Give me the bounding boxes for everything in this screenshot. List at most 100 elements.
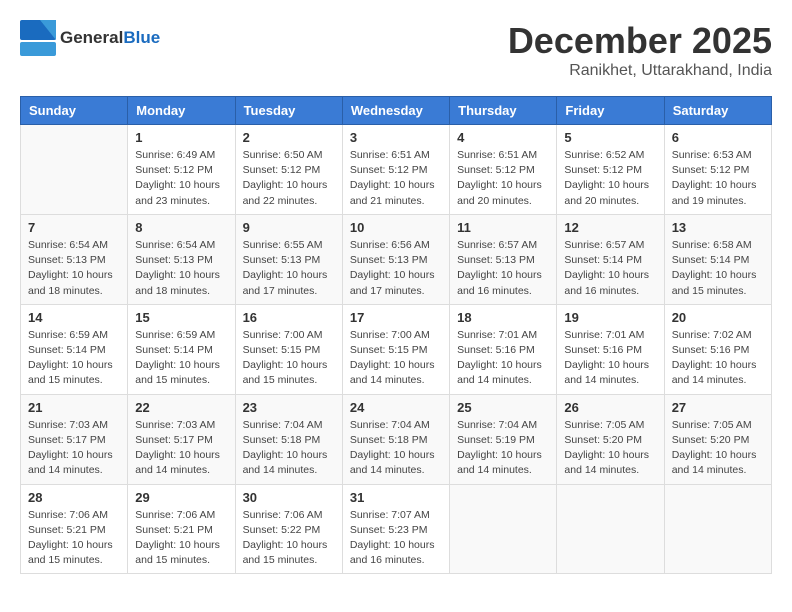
day-number: 3 bbox=[350, 130, 442, 145]
day-number: 14 bbox=[28, 310, 120, 325]
day-info: Sunrise: 7:07 AMSunset: 5:23 PMDaylight:… bbox=[350, 508, 442, 569]
weekday-header: Friday bbox=[557, 97, 664, 125]
day-info: Sunrise: 6:59 AMSunset: 5:14 PMDaylight:… bbox=[135, 328, 227, 389]
location-title: Ranikhet, Uttarakhand, India bbox=[508, 62, 772, 80]
day-info: Sunrise: 6:52 AMSunset: 5:12 PMDaylight:… bbox=[564, 148, 656, 209]
calendar-day-cell: 29Sunrise: 7:06 AMSunset: 5:21 PMDayligh… bbox=[128, 484, 235, 574]
day-number: 17 bbox=[350, 310, 442, 325]
weekday-header: Wednesday bbox=[342, 97, 449, 125]
calendar-day-cell: 24 Sunrise: 7:04 AMSunset: 5:18 PMDayligh… bbox=[342, 394, 449, 484]
day-info: Sunrise: 6:58 AMSunset: 5:14 PMDaylight:… bbox=[672, 238, 764, 299]
calendar-day-cell: 3 Sunrise: 6:51 AMSunset: 5:12 PMDaylight… bbox=[342, 125, 449, 215]
day-number: 1 bbox=[135, 130, 227, 145]
calendar-day-cell: 14 Sunrise: 6:59 AMSunset: 5:14 PMDayligh… bbox=[21, 304, 128, 394]
day-number: 7 bbox=[28, 220, 120, 235]
day-info: Sunrise: 7:00 AMSunset: 5:15 PMDaylight:… bbox=[243, 328, 335, 389]
calendar-day-cell: 13 Sunrise: 6:58 AMSunset: 5:14 PMDayligh… bbox=[664, 214, 771, 304]
day-info: Sunrise: 6:57 AMSunset: 5:14 PMDaylight:… bbox=[564, 238, 656, 299]
calendar-day-cell: 9 Sunrise: 6:55 AMSunset: 5:13 PMDaylight… bbox=[235, 214, 342, 304]
day-number: 27 bbox=[672, 400, 764, 415]
day-number: 25 bbox=[457, 400, 549, 415]
calendar-day-cell: 10 Sunrise: 6:56 AMSunset: 5:13 PMDayligh… bbox=[342, 214, 449, 304]
day-info: Sunrise: 7:03 AMSunset: 5:17 PMDaylight:… bbox=[28, 418, 120, 479]
calendar-day-cell: 28Sunrise: 7:06 AMSunset: 5:21 PMDayligh… bbox=[21, 484, 128, 574]
calendar-day-cell bbox=[450, 484, 557, 574]
day-number: 9 bbox=[243, 220, 335, 235]
day-info: Sunrise: 7:04 AMSunset: 5:19 PMDaylight:… bbox=[457, 418, 549, 479]
day-number: 11 bbox=[457, 220, 549, 235]
day-info: Sunrise: 6:57 AMSunset: 5:13 PMDaylight:… bbox=[457, 238, 549, 299]
calendar-day-cell: 31 Sunrise: 7:07 AMSunset: 5:23 PMDayligh… bbox=[342, 484, 449, 574]
calendar-day-cell: 30 Sunrise: 7:06 AMSunset: 5:22 PMDayligh… bbox=[235, 484, 342, 574]
calendar-day-cell: 22 Sunrise: 7:03 AMSunset: 5:17 PMDayligh… bbox=[128, 394, 235, 484]
day-info: Sunrise: 6:51 AMSunset: 5:12 PMDaylight:… bbox=[457, 148, 549, 209]
logo: General Blue bbox=[20, 20, 160, 56]
day-number: 18 bbox=[457, 310, 549, 325]
calendar-day-cell: 23 Sunrise: 7:04 AMSunset: 5:18 PMDayligh… bbox=[235, 394, 342, 484]
calendar-day-cell: 2 Sunrise: 6:50 AMSunset: 5:12 PMDaylight… bbox=[235, 125, 342, 215]
calendar-week-row: 1 Sunrise: 6:49 AMSunset: 5:12 PMDaylight… bbox=[21, 125, 772, 215]
day-number: 12 bbox=[564, 220, 656, 235]
calendar-day-cell: 19 Sunrise: 7:01 AMSunset: 5:16 PMDayligh… bbox=[557, 304, 664, 394]
calendar-day-cell: 25 Sunrise: 7:04 AMSunset: 5:19 PMDayligh… bbox=[450, 394, 557, 484]
day-number: 8 bbox=[135, 220, 227, 235]
calendar-day-cell: 12 Sunrise: 6:57 AMSunset: 5:14 PMDayligh… bbox=[557, 214, 664, 304]
day-info: Sunrise: 6:59 AMSunset: 5:14 PMDaylight:… bbox=[28, 328, 120, 389]
weekday-header: Thursday bbox=[450, 97, 557, 125]
calendar-week-row: 21 Sunrise: 7:03 AMSunset: 5:17 PMDayligh… bbox=[21, 394, 772, 484]
weekday-header: Sunday bbox=[21, 97, 128, 125]
day-info: Sunrise: 7:00 AMSunset: 5:15 PMDaylight:… bbox=[350, 328, 442, 389]
day-info: Sunrise: 7:04 AMSunset: 5:18 PMDaylight:… bbox=[243, 418, 335, 479]
day-number: 4 bbox=[457, 130, 549, 145]
day-info: Sunrise: 6:50 AMSunset: 5:12 PMDaylight:… bbox=[243, 148, 335, 209]
calendar-day-cell: 7Sunrise: 6:54 AMSunset: 5:13 PMDaylight… bbox=[21, 214, 128, 304]
day-info: Sunrise: 6:54 AMSunset: 5:13 PMDaylight:… bbox=[135, 238, 227, 299]
day-number: 23 bbox=[243, 400, 335, 415]
calendar-week-row: 14 Sunrise: 6:59 AMSunset: 5:14 PMDayligh… bbox=[21, 304, 772, 394]
calendar-day-cell: 1 Sunrise: 6:49 AMSunset: 5:12 PMDaylight… bbox=[128, 125, 235, 215]
weekday-header: Tuesday bbox=[235, 97, 342, 125]
day-number: 21 bbox=[28, 400, 120, 415]
day-info: Sunrise: 7:06 AMSunset: 5:22 PMDaylight:… bbox=[243, 508, 335, 569]
weekday-header: Saturday bbox=[664, 97, 771, 125]
day-number: 20 bbox=[672, 310, 764, 325]
day-number: 2 bbox=[243, 130, 335, 145]
calendar-day-cell: 18 Sunrise: 7:01 AMSunset: 5:16 PMDayligh… bbox=[450, 304, 557, 394]
logo-icon bbox=[20, 20, 56, 56]
day-number: 10 bbox=[350, 220, 442, 235]
day-number: 22 bbox=[135, 400, 227, 415]
day-number: 31 bbox=[350, 490, 442, 505]
logo-blue: Blue bbox=[123, 28, 160, 48]
calendar-day-cell: 4 Sunrise: 6:51 AMSunset: 5:12 PMDaylight… bbox=[450, 125, 557, 215]
day-number: 13 bbox=[672, 220, 764, 235]
calendar-header-row: SundayMondayTuesdayWednesdayThursdayFrid… bbox=[21, 97, 772, 125]
day-info: Sunrise: 6:51 AMSunset: 5:12 PMDaylight:… bbox=[350, 148, 442, 209]
calendar-day-cell bbox=[664, 484, 771, 574]
page-header: General Blue December 2025 Ranikhet, Utt… bbox=[20, 20, 772, 80]
day-info: Sunrise: 7:01 AMSunset: 5:16 PMDaylight:… bbox=[457, 328, 549, 389]
day-number: 5 bbox=[564, 130, 656, 145]
month-title: December 2025 bbox=[508, 20, 772, 62]
day-number: 16 bbox=[243, 310, 335, 325]
day-number: 30 bbox=[243, 490, 335, 505]
day-info: Sunrise: 6:55 AMSunset: 5:13 PMDaylight:… bbox=[243, 238, 335, 299]
calendar-day-cell: 11 Sunrise: 6:57 AMSunset: 5:13 PMDayligh… bbox=[450, 214, 557, 304]
calendar-week-row: 28Sunrise: 7:06 AMSunset: 5:21 PMDayligh… bbox=[21, 484, 772, 574]
day-info: Sunrise: 7:03 AMSunset: 5:17 PMDaylight:… bbox=[135, 418, 227, 479]
day-info: Sunrise: 6:49 AMSunset: 5:12 PMDaylight:… bbox=[135, 148, 227, 209]
calendar-week-row: 7 Sunrise: 6:54 AMSunset: 5:13 PMDaylight… bbox=[21, 214, 772, 304]
day-info: Sunrise: 7:01 AMSunset: 5:16 PMDaylight:… bbox=[564, 328, 656, 389]
day-number: 29 bbox=[135, 490, 227, 505]
day-number: 24 bbox=[350, 400, 442, 415]
calendar-day-cell bbox=[557, 484, 664, 574]
day-info: Sunrise: 7:04 AMSunset: 5:18 PMDaylight:… bbox=[350, 418, 442, 479]
day-number: 15 bbox=[135, 310, 227, 325]
day-info: Sunrise: 6:53 AMSunset: 5:12 PMDaylight:… bbox=[672, 148, 764, 209]
calendar-day-cell bbox=[21, 125, 128, 215]
day-number: 26 bbox=[564, 400, 656, 415]
day-number: 19 bbox=[564, 310, 656, 325]
day-info: Sunrise: 6:56 AMSunset: 5:13 PMDaylight:… bbox=[350, 238, 442, 299]
calendar-day-cell: 20Sunrise: 7:02 AMSunset: 5:16 PMDayligh… bbox=[664, 304, 771, 394]
title-area: December 2025 Ranikhet, Uttarakhand, Ind… bbox=[508, 20, 772, 80]
day-number: 28 bbox=[28, 490, 120, 505]
